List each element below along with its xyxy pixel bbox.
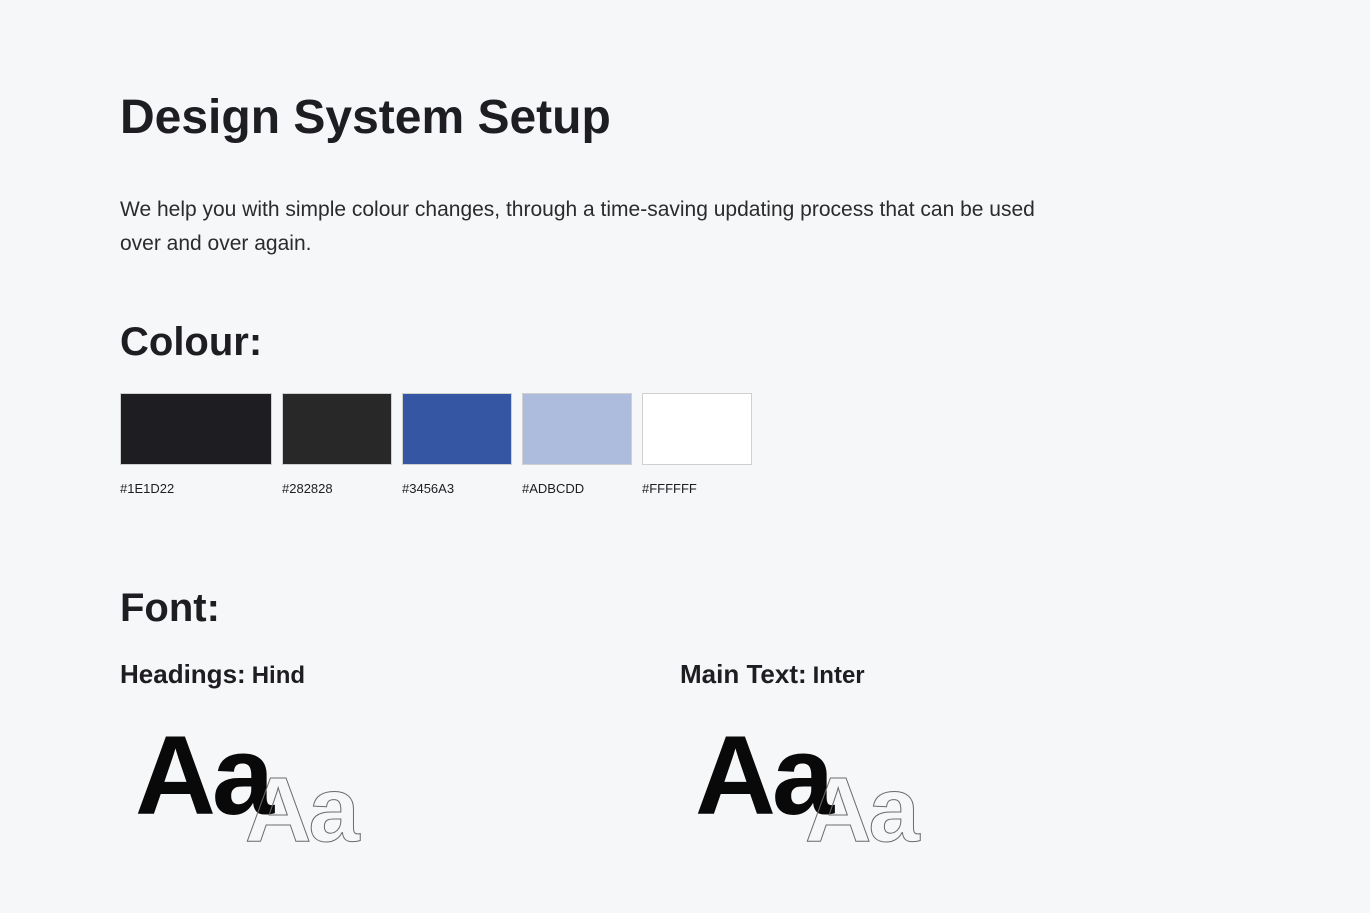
swatch-label: #3456A3 [402,481,512,496]
maintext-label: Main Text: [680,659,807,690]
font-columns: Headings: Hind Aa Aa Main Text: Inter Aa… [120,659,1250,870]
font-sample-maintext: Aa Aa [680,720,1240,870]
colour-swatch [522,393,632,465]
font-heading: Font: [120,586,1250,631]
colour-swatch [282,393,392,465]
swatch-label: #FFFFFF [642,481,752,496]
font-col-maintext: Main Text: Inter Aa Aa [680,659,1240,870]
page-title: Design System Setup [120,90,1250,145]
font-col-headings: Headings: Hind Aa Aa [120,659,680,870]
sample-outline: Aa [805,764,917,856]
intro-text: We help you with simple colour changes, … [120,193,1080,260]
headings-font-name: Hind [252,662,305,690]
colour-swatch [642,393,752,465]
sample-outline: Aa [245,764,357,856]
colour-heading: Colour: [120,320,1250,365]
colour-swatch [402,393,512,465]
colour-swatches: #1E1D22 #282828 #3456A3 #ADBCDD #FFFFFF [120,393,1250,496]
swatch-item: #3456A3 [402,393,512,496]
swatch-item: #FFFFFF [642,393,752,496]
swatch-item: #ADBCDD [522,393,632,496]
swatch-item: #282828 [282,393,392,496]
swatch-label: #282828 [282,481,392,496]
swatch-label: #1E1D22 [120,481,272,496]
swatch-label: #ADBCDD [522,481,632,496]
colour-swatch [120,393,272,465]
headings-label: Headings: [120,659,246,690]
maintext-font-name: Inter [813,662,865,690]
swatch-item: #1E1D22 [120,393,272,496]
font-sample-headings: Aa Aa [120,720,680,870]
